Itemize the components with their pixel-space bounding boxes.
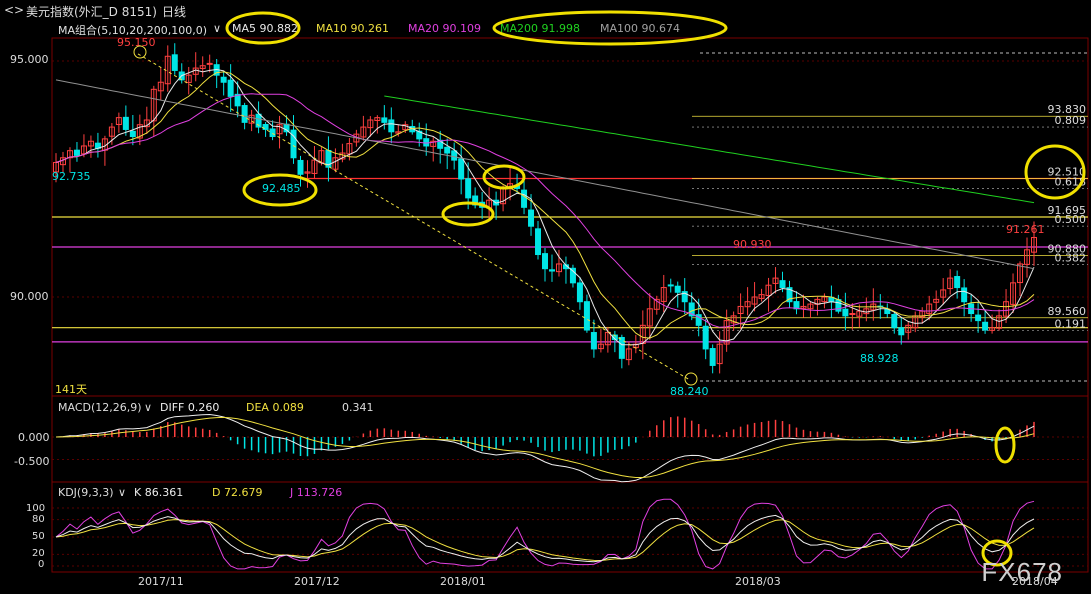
candle-body xyxy=(667,284,674,287)
price-annotation: 88.240 xyxy=(670,385,709,398)
macd-title[interactable]: MACD(12,26,9) xyxy=(58,401,142,414)
candle-body xyxy=(576,282,583,303)
kdj-k-value: K 86.361 xyxy=(134,486,184,499)
fib-label: 89.560 xyxy=(1048,305,1087,318)
candle-body xyxy=(269,128,276,138)
macd-dea-value: DEA 0.089 xyxy=(246,401,304,414)
candle-body xyxy=(206,62,213,65)
price-annotation: 90.930 xyxy=(733,238,772,251)
ma10-line xyxy=(55,71,1035,339)
fib-label: 0.809 xyxy=(1055,114,1087,127)
kdj-title[interactable]: KDJ(9,3,3) xyxy=(58,486,114,499)
candle-body xyxy=(220,76,227,83)
candle-body xyxy=(521,189,528,208)
fib-label: 0.191 xyxy=(1055,318,1087,331)
macd-diff-value: DIFF 0.260 xyxy=(160,401,220,414)
candle-body xyxy=(458,158,465,180)
candle-body xyxy=(583,301,590,331)
x-label-2018-03: 2018/03 xyxy=(735,575,781,588)
candle-body xyxy=(388,119,395,133)
candle-body xyxy=(779,280,786,289)
macd-series xyxy=(52,413,1088,483)
x-label-2017-11: 2017/11 xyxy=(138,575,184,588)
level-lines: 93.8300.80992.5100.61891.6950.50090.8800… xyxy=(52,103,1088,343)
price-annotation: 92.485 xyxy=(262,182,301,195)
highlight-ellipse xyxy=(492,10,728,46)
candle-body xyxy=(535,228,542,256)
macd-macd-value: 0.341 xyxy=(342,401,374,414)
candle-body xyxy=(465,178,472,199)
price-annotation: 91.261 xyxy=(1006,223,1045,236)
chart-window: < > 美元指数(外汇_D 8151) 日线 MA组合(5,10,20,200,… xyxy=(0,0,1091,594)
macd-axis-neg: -0.500 xyxy=(14,455,50,468)
price-annotation: 88.928 xyxy=(860,352,899,365)
candle-body xyxy=(898,327,905,336)
candle-body xyxy=(171,54,178,71)
candle-body xyxy=(227,79,234,97)
kdj-d-value: D 72.679 xyxy=(212,486,263,499)
x-label-2017-12: 2017/12 xyxy=(294,575,340,588)
candle-body xyxy=(542,253,548,270)
candle-body xyxy=(381,117,388,123)
candle-body xyxy=(528,209,535,227)
kdj-axis-50: 50 xyxy=(32,531,45,542)
highlight-ellipse xyxy=(994,426,1016,464)
candle-body xyxy=(975,314,982,322)
kdj-panel-frame xyxy=(51,481,1089,573)
candle-body xyxy=(954,276,961,289)
ma200-line xyxy=(384,95,1035,204)
x-label-2018-01: 2018/01 xyxy=(440,575,486,588)
chart-canvas: 93.8300.80992.5100.61891.6950.50090.8800… xyxy=(51,10,1089,573)
candle-body xyxy=(122,116,129,130)
candle-body xyxy=(891,314,898,329)
candle-body xyxy=(618,336,625,359)
y-label-95: 95.000 xyxy=(10,53,49,66)
candle-body xyxy=(982,321,989,331)
candle-body xyxy=(73,149,80,156)
candle-body xyxy=(423,138,430,147)
candle-body xyxy=(590,332,597,350)
days-count-label: 141天 xyxy=(55,383,87,396)
y-label-90: 90.000 xyxy=(10,290,49,303)
kdj-axis-100: 100 xyxy=(26,503,46,514)
candle-body xyxy=(444,146,451,154)
kdj-axis-0: 0 xyxy=(38,559,45,570)
candle-body xyxy=(283,123,290,133)
candle-body xyxy=(842,308,849,317)
fib-label: 0.382 xyxy=(1055,251,1087,264)
kdj-axis-80: 80 xyxy=(32,514,45,525)
macd-axis-zero: 0.000 xyxy=(18,431,50,444)
ma20-line xyxy=(55,93,1035,328)
fib-label: 0.500 xyxy=(1055,213,1087,226)
candle-body xyxy=(241,105,248,123)
kdj-axis-20: 20 xyxy=(32,548,45,559)
candle-body xyxy=(548,269,555,272)
low-marker xyxy=(684,372,698,386)
candle-body xyxy=(451,150,458,161)
ma100-line xyxy=(55,79,1035,270)
candle-body xyxy=(849,313,856,316)
candle-body xyxy=(129,130,136,138)
candle-body xyxy=(674,285,681,293)
price-annotation: 92.735 xyxy=(52,170,91,183)
kdj-j-line xyxy=(55,498,1035,570)
kdj-j-value: J 113.726 xyxy=(290,486,343,499)
candle-body xyxy=(709,348,716,366)
candles xyxy=(53,43,1037,374)
candle-body xyxy=(961,287,968,303)
watermark-logo: FX678 xyxy=(981,557,1063,587)
candle-body xyxy=(297,159,304,175)
kdj-series xyxy=(52,498,1088,570)
candle-body xyxy=(702,325,709,350)
